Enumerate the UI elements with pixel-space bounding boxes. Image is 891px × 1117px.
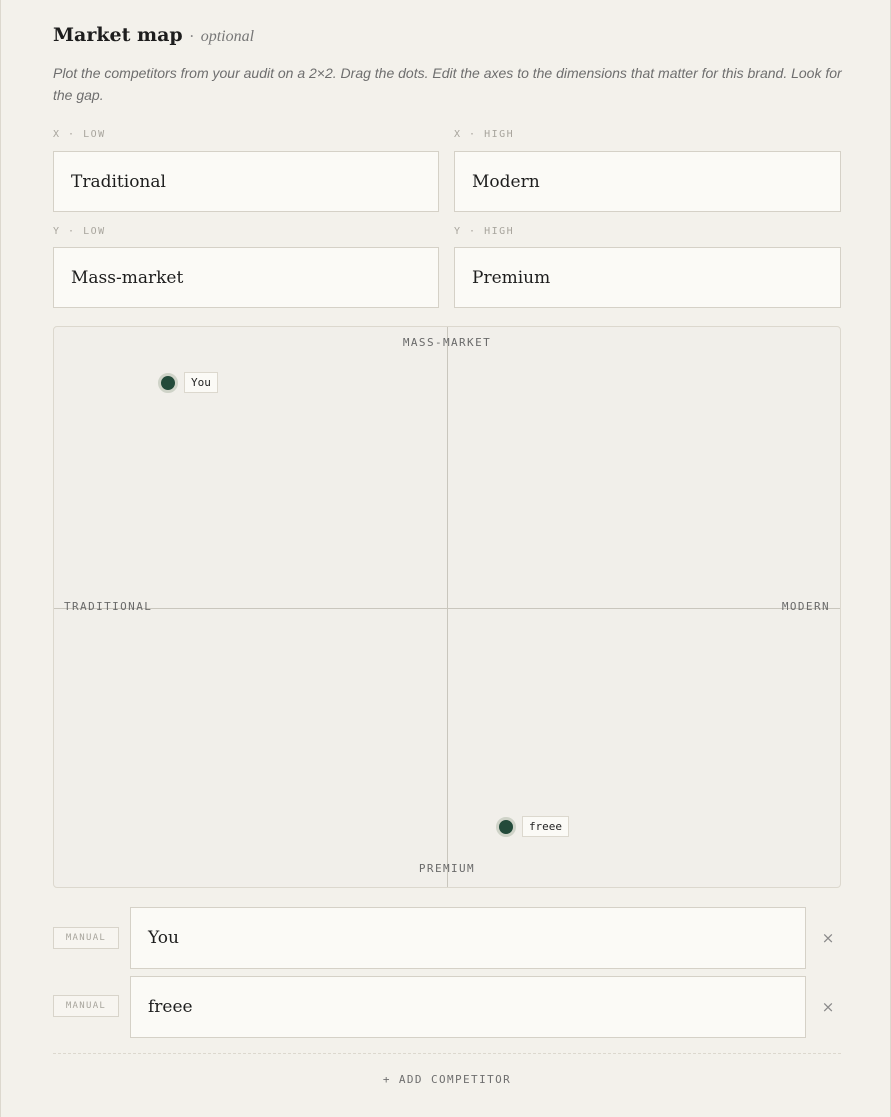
- y-low-label: Y · LOW: [53, 226, 106, 237]
- competitor-1-badge: MANUAL: [53, 927, 119, 949]
- optional-label: optional: [200, 28, 255, 45]
- competitor-1-name-input[interactable]: You: [130, 907, 806, 969]
- x-low-label: X · LOW: [53, 129, 106, 140]
- y-high-label: Y · HIGH: [454, 226, 515, 237]
- horizontal-axis-line: [54, 608, 840, 609]
- x-low-input[interactable]: Traditional: [53, 151, 439, 212]
- competitor-2-remove-icon[interactable]: ×: [818, 997, 838, 1017]
- map-point-label: freee: [521, 816, 570, 838]
- y-low-input[interactable]: Mass-market: [53, 247, 439, 308]
- divider: [53, 1053, 841, 1054]
- section-title: Market map · optional: [53, 24, 254, 46]
- title-separator: ·: [189, 27, 195, 45]
- axis-label-left: TRADITIONAL: [64, 600, 153, 613]
- section-description: Plot the competitors from your audit on …: [53, 65, 842, 103]
- vertical-axis-line: [447, 327, 448, 887]
- add-competitor-button[interactable]: + ADD COMPETITOR: [53, 1066, 841, 1092]
- axis-label-bottom: PREMIUM: [418, 862, 476, 875]
- map-point-dot[interactable]: [157, 373, 178, 394]
- axis-label-right: MODERN: [781, 600, 830, 613]
- axis-label-top: MASS-MARKET: [402, 336, 492, 349]
- market-map-panel: Market map · optional Plot the competito…: [0, 0, 891, 1117]
- competitor-2-badge: MANUAL: [53, 995, 119, 1017]
- competitor-1-remove-icon[interactable]: ×: [818, 928, 838, 948]
- section-title-text: Market map: [53, 24, 183, 46]
- market-map-canvas[interactable]: MASS-MARKET PREMIUM TRADITIONAL MODERN Y…: [53, 326, 841, 888]
- map-point-label: You: [183, 372, 218, 394]
- x-high-label: X · HIGH: [454, 129, 515, 140]
- y-high-input[interactable]: Premium: [454, 247, 841, 308]
- competitor-2-name-input[interactable]: freee: [130, 976, 806, 1038]
- map-point-dot[interactable]: [495, 817, 516, 838]
- x-high-input[interactable]: Modern: [454, 151, 841, 212]
